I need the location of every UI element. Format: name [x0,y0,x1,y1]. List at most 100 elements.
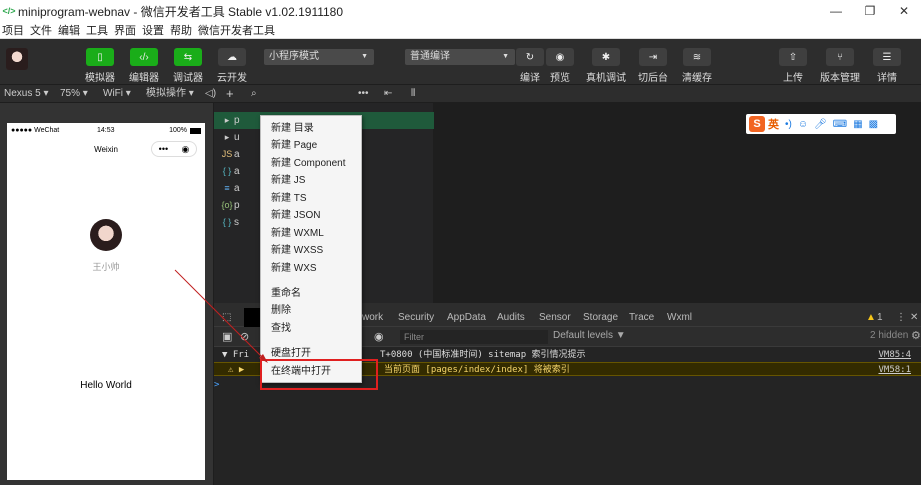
clear-console-icon[interactable]: ⊘ [240,330,249,343]
menu-item-rename[interactable]: 重命名 [271,287,301,301]
menu-item-new-wxml[interactable]: 新建 WXML [271,227,324,241]
toolbox-icon[interactable]: ▩ [869,119,878,130]
upload-button[interactable]: ⇧ 上传 [771,48,815,84]
ime-toolbar[interactable]: S 英 •) ☺ 🎤︎ ⌨ ▦ ▩ [746,114,896,134]
kebab-menu-icon[interactable]: ⋮ [896,308,906,327]
app-logo-icon: </> [2,6,16,16]
warning-icon[interactable]: ▲ [866,308,876,327]
cloud-button[interactable]: ☁ 云开发 [210,48,254,84]
context-menu: 新建 目录 新建 Page 新建 Component 新建 JS 新建 TS 新… [260,115,362,383]
live-expression-eye-icon[interactable]: ◉ [374,330,384,343]
menu-view[interactable]: 界面 [112,22,140,38]
log-levels-select[interactable]: Default levels ▼ [553,330,626,341]
search-icon[interactable]: ⌕ [251,85,257,103]
compile-mode-select[interactable]: 普通编译 ▼ [405,49,515,65]
operations-select[interactable]: 模拟操作 ▾ [146,85,194,103]
keyboard-icon[interactable]: ⌨ [833,119,847,130]
details-button[interactable]: ☰ 详情 [865,48,909,84]
ime-language[interactable]: 英 [768,116,779,132]
version-button[interactable]: ⑂ 版本管理 [818,48,862,84]
capsule-button[interactable]: ••• ◉ [151,141,197,157]
device-select[interactable]: Nexus 5 ▾ [4,85,49,103]
mode-select[interactable]: 小程序模式 ▼ [264,49,374,65]
menu-item-new-component[interactable]: 新建 Component [271,157,345,171]
emoji-icon[interactable]: ☺ [798,119,808,130]
tab-security[interactable]: Security [398,308,434,327]
more-icon[interactable]: ••• [358,85,369,103]
phone-screen[interactable]: ●●●●● WeChat 14:53 100% Weixin ••• ◉ 王小帅… [7,123,205,480]
switch-icon: ⇥ [639,48,667,66]
menu-project[interactable]: 项目 [0,22,28,38]
console-source-link[interactable]: VM85:4 [878,348,911,362]
sogou-logo-icon: S [749,116,765,132]
bug-icon: ✱ [592,48,620,66]
json-file-icon: { } [222,217,232,227]
battery-icon [190,128,201,134]
remote-debug-button[interactable]: ✱ 真机调试 [584,48,628,84]
upload-label: 上传 [783,73,803,84]
simulator-button[interactable]: ▯ 模拟器 [78,48,122,84]
menu-item-find[interactable]: 查找 [271,322,291,336]
preview-button[interactable]: ◉ 预览 [538,48,582,84]
profile-avatar[interactable] [90,219,122,251]
menu-item-new-js[interactable]: 新建 JS [271,174,305,188]
network-value: WiFi [103,88,123,99]
clear-cache-button[interactable]: ≋ 清缓存 [675,48,719,84]
console-source-link[interactable]: VM58:1 [878,363,911,377]
maximize-icon[interactable]: ❐ [853,0,887,22]
menu-item-delete[interactable]: 删除 [271,304,291,318]
console-filter-input[interactable]: Filter [400,330,548,344]
tab-wxml[interactable]: Wxml [667,308,692,327]
menu-item-new-page[interactable]: 新建 Page [271,139,317,153]
battery-text: 100% [169,127,187,134]
microphone-icon[interactable]: 🎤︎ [814,119,827,130]
console-sidebar-icon[interactable]: ▣ [222,330,232,343]
sound-icon[interactable]: ◁) [205,85,216,103]
editor-button[interactable]: ‹/› 编辑器 [122,48,166,84]
menu-tools[interactable]: 工具 [84,22,112,38]
branch-icon: ⑂ [826,48,854,66]
menu-item-new-json[interactable]: 新建 JSON [271,209,320,223]
menu-item-new-dir[interactable]: 新建 目录 [271,122,314,136]
collapse-icon[interactable]: ⇤ [384,85,392,103]
menu-file[interactable]: 文件 [28,22,56,38]
menu-item-new-wxss[interactable]: 新建 WXSS [271,244,323,258]
time-text: 14:53 [97,127,115,134]
tab-audits[interactable]: Audits [497,308,525,327]
debugger-button[interactable]: ⇆ 调试器 [166,48,210,84]
gear-icon[interactable]: ⚙ [911,329,921,342]
menu-help[interactable]: 帮助 [168,22,196,38]
menu-lines-icon: ☰ [873,48,901,66]
split-icon[interactable]: ⫴ [411,85,415,103]
close-panel-icon[interactable]: ✕ [910,308,918,327]
menu-wechat-devtools[interactable]: 微信开发者工具 [196,22,279,38]
inspect-icon[interactable]: ⬚ [222,308,231,327]
tab-trace[interactable]: Trace [629,308,654,327]
simulator-toolbar: Nexus 5 ▾ 75% ▾ WiFi ▾ 模拟操作 ▾ ◁) + ⌕ •••… [0,85,921,103]
more-dots-icon[interactable]: ••• [159,144,168,154]
carrier-text: ●●●●● WeChat [11,127,60,134]
add-icon[interactable]: + [226,85,234,103]
skin-icon[interactable]: ▦ [853,119,862,130]
background-button[interactable]: ⇥ 切后台 [631,48,675,84]
network-select[interactable]: WiFi ▾ [103,85,131,103]
annotation-highlight-box [260,359,378,390]
warning-count[interactable]: 1 [877,308,883,327]
user-avatar[interactable] [6,48,28,70]
js-file-icon: JS [221,149,233,159]
minimize-icon[interactable]: — [819,0,853,22]
tab-storage[interactable]: Storage [583,308,618,327]
menu-edit[interactable]: 编辑 [56,22,84,38]
tab-appdata[interactable]: AppData [447,308,486,327]
tab-network[interactable]: work [362,308,383,327]
wxss-file-icon: ≡ [224,183,230,193]
punctuation-icon[interactable]: •) [785,119,792,130]
menu-item-new-ts[interactable]: 新建 TS [271,192,307,206]
phone-icon: ▯ [86,48,114,66]
zoom-select[interactable]: 75% ▾ [60,85,88,103]
tab-sensor[interactable]: Sensor [539,308,571,327]
target-icon[interactable]: ◉ [181,144,189,155]
menu-item-new-wxs[interactable]: 新建 WXS [271,262,317,276]
close-icon[interactable]: ✕ [887,0,921,22]
menu-settings[interactable]: 设置 [140,22,168,38]
